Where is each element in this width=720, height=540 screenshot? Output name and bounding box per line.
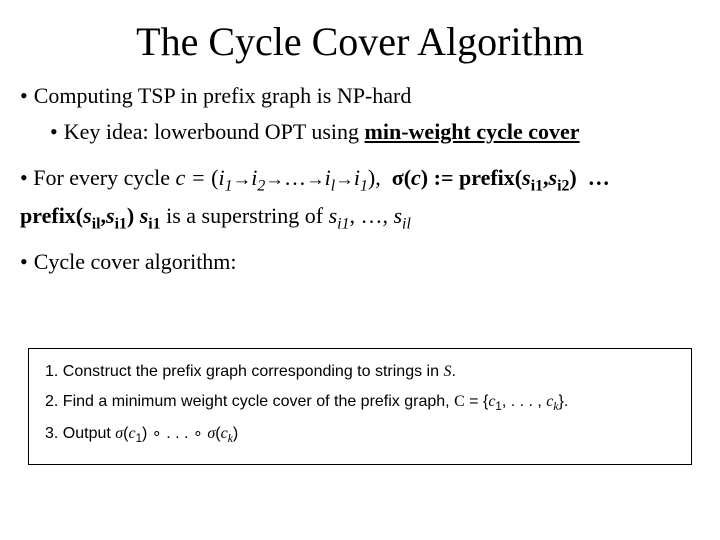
bullet-dot: •	[20, 249, 28, 274]
bullet-np-hard: •Computing TSP in prefix graph is NP-har…	[20, 83, 700, 109]
algo-text: }.	[559, 393, 569, 410]
bullet-dot: •	[50, 119, 58, 144]
algo-text: )	[233, 425, 238, 442]
algo-text: = {	[465, 393, 489, 410]
algo-step-2: 2. Find a minimum weight cycle cover of …	[45, 387, 681, 419]
algo-var: c	[221, 425, 228, 442]
bullet-dot: •	[20, 83, 28, 108]
algo-text: 3. Output	[45, 425, 115, 442]
bullet-text-bold: min-weight cycle cover	[365, 119, 580, 144]
algo-var: C	[454, 393, 465, 410]
bullet-key-idea: •Key idea: lowerbound OPT using min-weig…	[50, 119, 700, 145]
algo-var: c	[128, 425, 135, 442]
algo-text: ∘ . . . ∘	[147, 425, 207, 442]
bullet-text: Cycle cover algorithm:	[34, 249, 237, 274]
bullet-dot: •	[20, 165, 33, 190]
bullet-cycle-cover: •Cycle cover algorithm:	[20, 249, 700, 275]
bullet-sigma-def: • For every cycle c = (i1→i2→…→il→i1), σ…	[20, 163, 700, 197]
bullet-sigma-cont: prefix(sil,si1) si1 is a superstring of …	[20, 201, 700, 235]
algo-step-3: 3. Output σ(c1) ∘ . . . ∘ σ(ck)	[45, 419, 681, 451]
algo-text: .	[451, 363, 455, 380]
slide-title: The Cycle Cover Algorithm	[20, 18, 700, 65]
algo-step-1: 1. Construct the prefix graph correspond…	[45, 357, 681, 387]
algo-text: 1. Construct the prefix graph correspond…	[45, 363, 443, 380]
slide: The Cycle Cover Algorithm •Computing TSP…	[0, 0, 720, 540]
bullet-text-pre: Key idea: lowerbound OPT using	[64, 119, 365, 144]
algo-var: σ	[115, 425, 123, 442]
algo-text: , . . . ,	[502, 393, 546, 410]
bullet-text: Computing TSP in prefix graph is NP-hard	[34, 83, 412, 108]
algorithm-box: 1. Construct the prefix graph correspond…	[28, 348, 692, 465]
algo-text: 2. Find a minimum weight cycle cover of …	[45, 393, 454, 410]
